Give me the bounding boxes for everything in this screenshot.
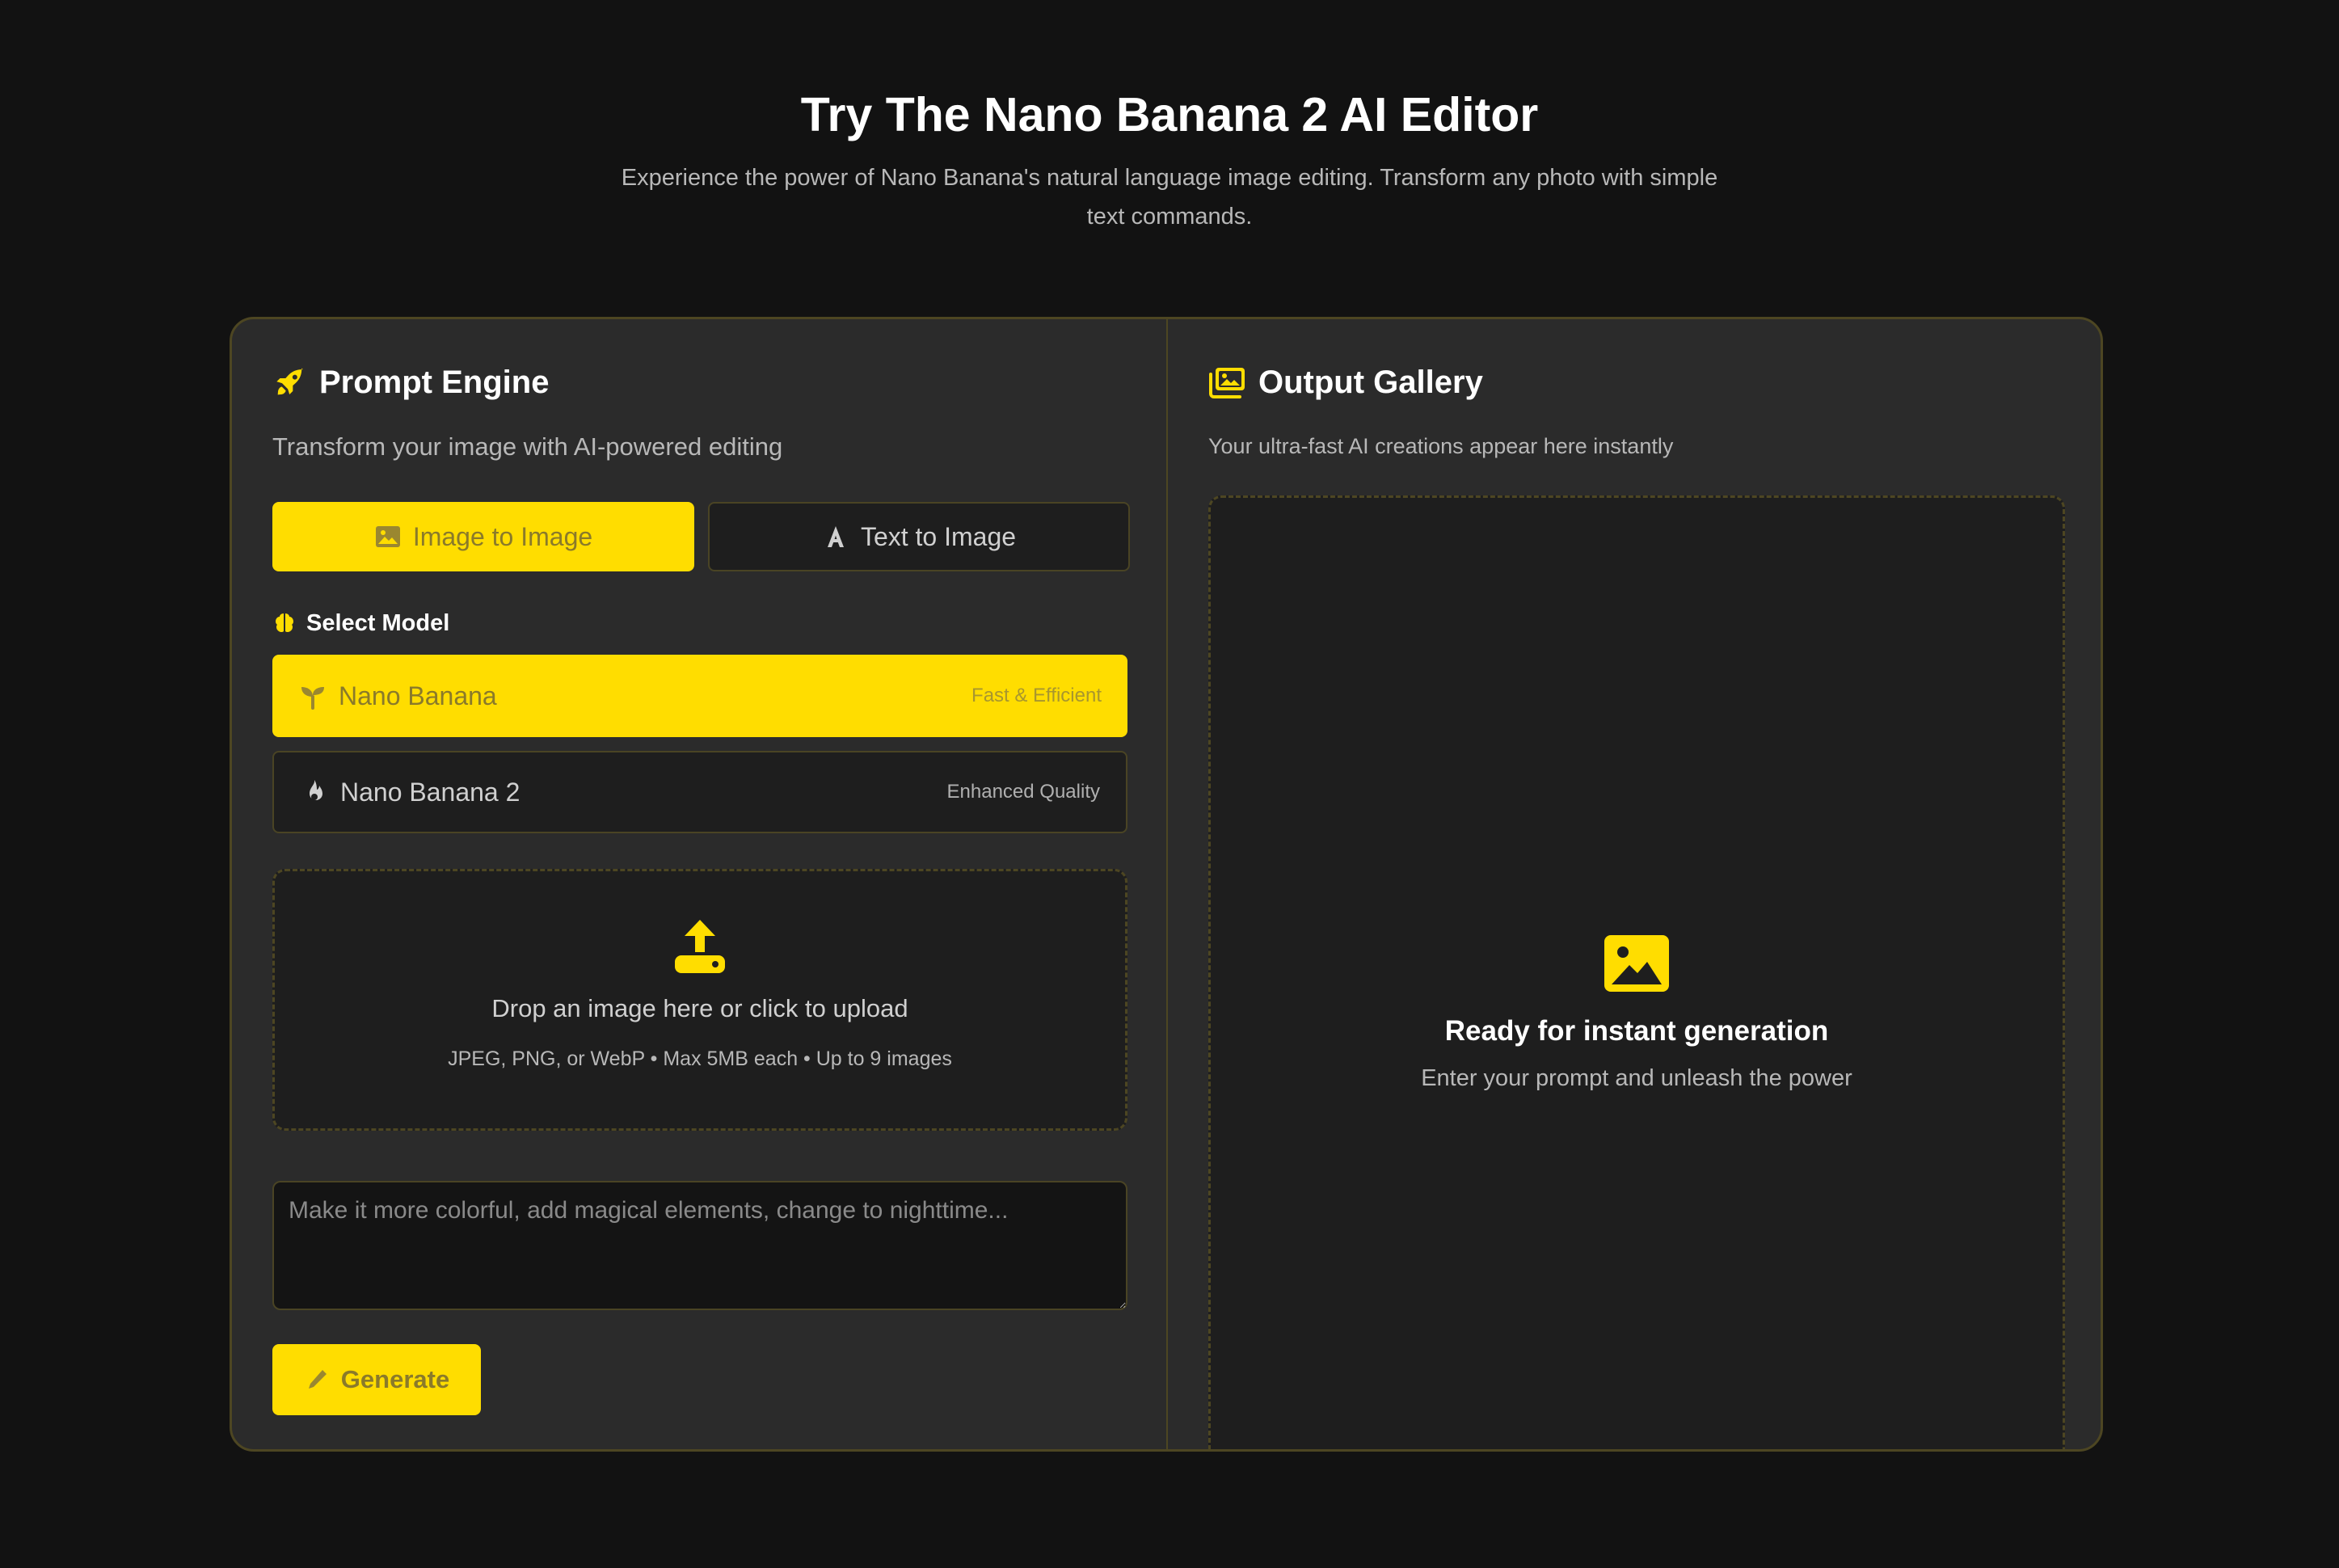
select-model-heading: Select Model (272, 607, 449, 639)
tab-text-to-image[interactable]: Text to Image (708, 502, 1130, 571)
pen-icon (304, 1367, 330, 1393)
tab-image-to-image[interactable]: Image to Image (272, 502, 694, 571)
image-icon (374, 523, 402, 550)
images-icon (1208, 365, 1247, 400)
output-gallery-header: Output Gallery (1208, 360, 1483, 405)
page-subtitle: Experience the power of Nano Banana's na… (621, 165, 1718, 230)
brain-icon (272, 611, 297, 635)
prompt-input[interactable] (272, 1181, 1127, 1310)
image-icon (1604, 935, 1669, 992)
model-name: Nano Banana (339, 681, 497, 710)
empty-state-title: Ready for instant generation (1444, 1015, 1829, 1047)
model-name: Nano Banana 2 (340, 777, 520, 807)
model-option-nano-banana[interactable]: Nano Banana Fast & Efficient (272, 655, 1127, 737)
panel-divider (1166, 319, 1168, 1449)
upload-main-text: Drop an image here or click to upload (491, 994, 908, 1022)
model-tag: Fast & Efficient (971, 685, 1102, 706)
prompt-engine-header: Prompt Engine (272, 360, 549, 405)
image-upload-dropzone[interactable]: Drop an image here or click to upload JP… (272, 869, 1127, 1131)
model-option-nano-banana-2[interactable]: Nano Banana 2 Enhanced Quality (272, 751, 1127, 833)
prompt-engine-title: Prompt Engine (319, 364, 550, 400)
model-tag: Enhanced Quality (946, 781, 1100, 803)
output-gallery-area: Ready for instant generation Enter your … (1208, 495, 2065, 1449)
output-gallery-description: Your ultra-fast AI creations appear here… (1208, 434, 1674, 458)
font-a-icon (822, 523, 849, 550)
editor-card: Prompt Engine Transform your image with … (230, 317, 2103, 1452)
upload-hint-text: JPEG, PNG, or WebP • Max 5MB each • Up t… (448, 1047, 952, 1070)
tab-image-to-image-label: Image to Image (412, 521, 593, 551)
generate-button[interactable]: Generate (272, 1344, 481, 1415)
select-model-label: Select Model (306, 609, 450, 636)
fire-icon (300, 778, 329, 807)
output-gallery-title: Output Gallery (1258, 364, 1483, 400)
generate-label: Generate (340, 1365, 450, 1393)
empty-state-subtitle: Enter your prompt and unleash the power (1421, 1065, 1852, 1091)
seedling-icon (298, 681, 327, 710)
prompt-engine-description: Transform your image with AI-powered edi… (272, 432, 783, 461)
page-title: Try The Nano Banana 2 AI Editor (800, 88, 1539, 141)
tab-text-to-image-label: Text to Image (860, 521, 1017, 551)
rocket-icon (272, 365, 308, 400)
upload-icon (675, 920, 725, 973)
